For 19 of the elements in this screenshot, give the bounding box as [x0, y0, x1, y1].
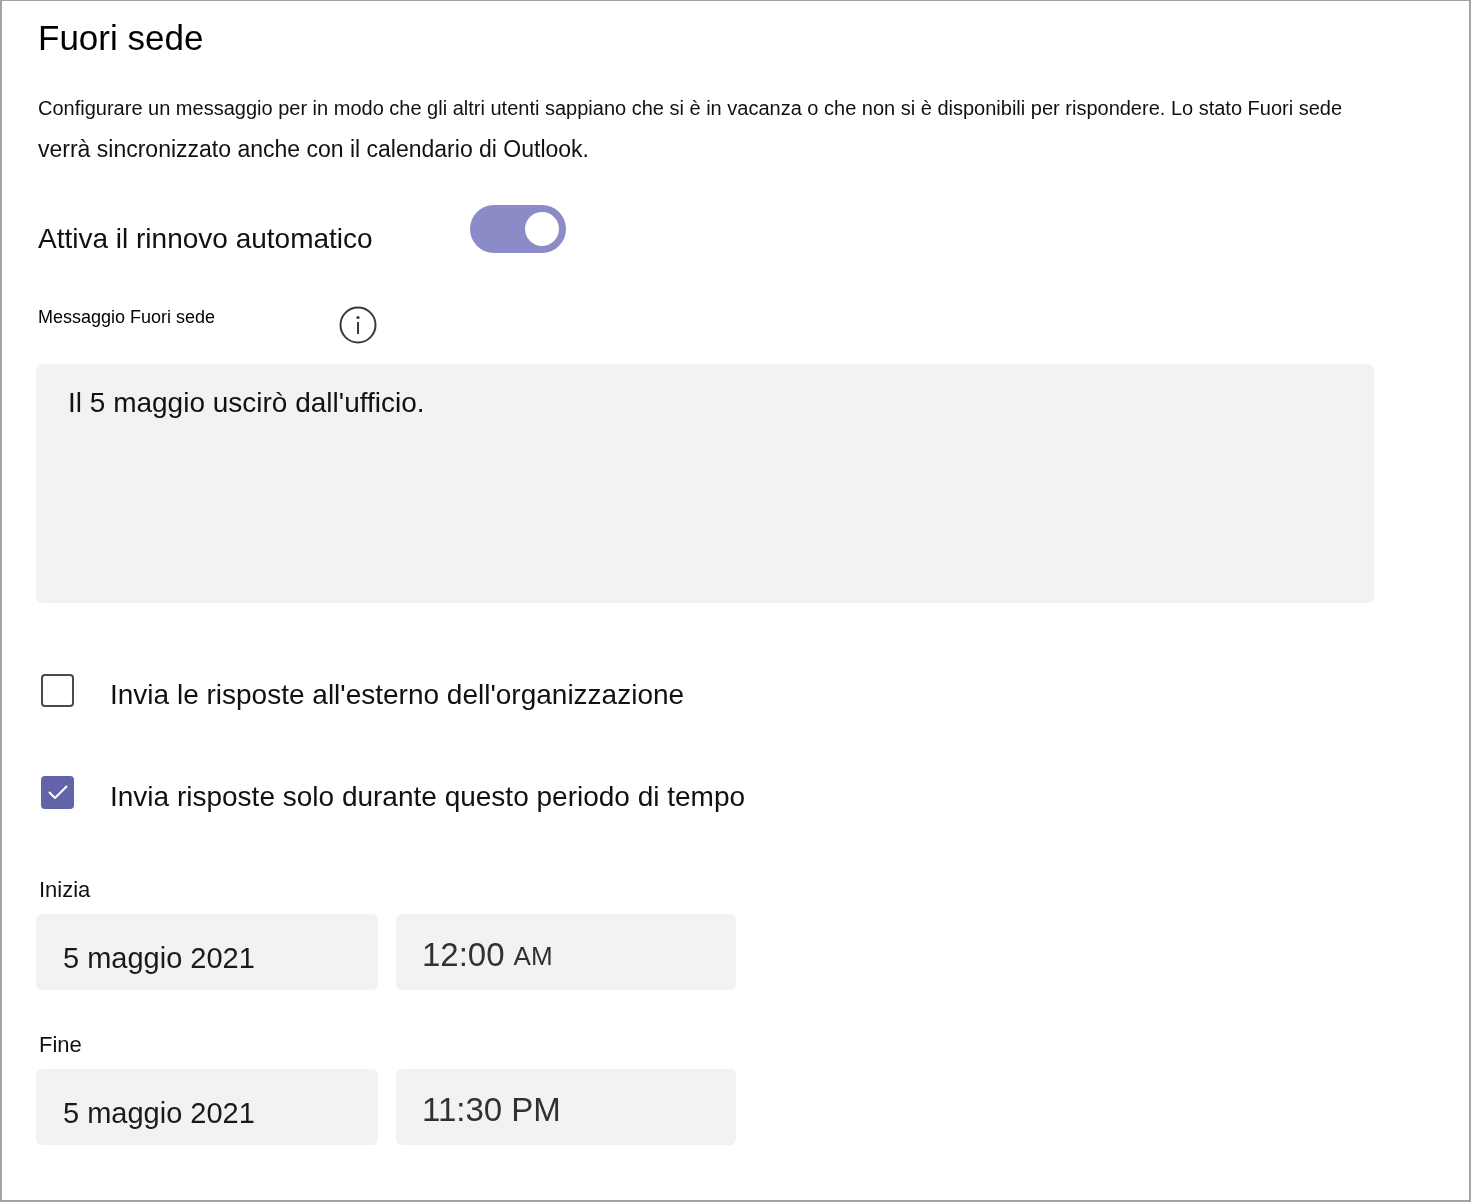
checkbox-label: Invia risposte solo durante questo periodo di tempo — [110, 780, 746, 814]
date-field[interactable]: 5 maggio 2021 — [36, 1069, 378, 1145]
field-label: Messaggio Fuori sede — [38, 306, 216, 329]
page-title: Fuori sede — [38, 17, 204, 59]
checkbox-label: Invia le risposte all'esterno dell'organizzazione — [110, 678, 685, 712]
checkmark-icon — [47, 785, 68, 800]
checkbox[interactable] — [41, 674, 74, 707]
field-label: Inizia — [39, 876, 91, 904]
info-icon[interactable] — [339, 306, 377, 344]
toggle-switch[interactable] — [470, 205, 566, 253]
description-text: Configurare un messaggio per in modo che gli altri utenti sappiano che si è in vacanza o che non si è disponibili per rispondere. Lo stato Fuori sede — [38, 96, 1343, 121]
checkbox[interactable] — [41, 776, 74, 809]
field-label: Fine — [39, 1031, 82, 1059]
message-field[interactable]: Il 5 maggio uscirò dall'ufficio. — [36, 364, 1374, 603]
description-text: verrà sincronizzato anche con il calendario di Outlook. — [38, 135, 589, 164]
date-field[interactable]: 5 maggio 2021 — [36, 914, 378, 990]
time-field[interactable]: 12:00 AM — [396, 914, 736, 990]
toggle-label: Attiva il rinnovo automatico — [38, 222, 373, 256]
time-field[interactable]: 11:30 PM — [396, 1069, 736, 1145]
